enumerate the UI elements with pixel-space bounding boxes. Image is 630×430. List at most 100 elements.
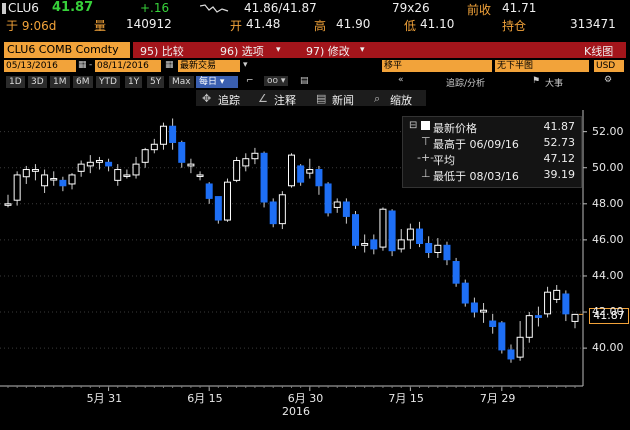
candle-body	[333, 201, 341, 208]
candle-body	[178, 141, 186, 163]
candle-body	[434, 244, 442, 254]
security-box[interactable]: CLU6 COMB Comdty	[4, 42, 130, 58]
candle-body	[534, 315, 542, 318]
price-change: +.16	[140, 1, 170, 15]
legend-low-label: 最低于 08/03/16	[433, 170, 519, 183]
legend-avg-label: 平均	[433, 154, 455, 167]
candle-body	[452, 261, 460, 284]
candle-body	[251, 152, 259, 160]
volume: 140912	[126, 17, 172, 31]
compare-button[interactable]: 95) 比较	[140, 43, 184, 59]
open-label: 开	[230, 19, 243, 33]
lower-panel-field[interactable]: 无下半图	[495, 60, 589, 72]
candle-body	[361, 242, 369, 246]
candle-body	[525, 315, 533, 338]
range-button-ytd[interactable]: YTD	[96, 76, 120, 88]
candle-body	[342, 201, 350, 217]
candle-body	[4, 203, 12, 206]
start-date-field[interactable]: 05/13/2016	[4, 60, 76, 72]
end-calendar-icon[interactable]: ▦	[165, 60, 174, 70]
security-label: CLU6 COMB Comdty	[7, 43, 119, 56]
candle-body	[507, 349, 515, 360]
candle-body	[59, 179, 67, 187]
candle-body	[425, 242, 433, 254]
big-event-button[interactable]: 大事	[545, 76, 563, 89]
range-button-3d[interactable]: 3D	[28, 76, 47, 88]
candle-body	[223, 181, 231, 221]
x-tick-label: 6月 30	[287, 392, 324, 405]
candle-body	[132, 163, 140, 176]
news-tool[interactable]: 新闻	[332, 92, 354, 108]
news-icon[interactable]: ▤	[316, 92, 326, 105]
y-tick-label: 52.00	[592, 124, 624, 138]
bid-ask: 41.86/41.87	[244, 1, 317, 15]
legend-avg-icon: -+-	[417, 151, 435, 164]
start-calendar-icon[interactable]: ▦	[78, 60, 87, 70]
candle-body	[123, 174, 131, 177]
ticker-marker	[2, 3, 6, 14]
zoom-icon[interactable]: ⌕	[374, 92, 380, 106]
collapse-left-icon[interactable]: «	[398, 75, 404, 85]
candle-body	[324, 183, 332, 214]
indicator-tool-icon[interactable]: oo ▾	[264, 76, 289, 86]
period-select[interactable]: 每日 ▾	[196, 76, 238, 88]
big-event-icon[interactable]: ⚑	[532, 76, 540, 86]
y-tick-label: 42.00	[592, 305, 624, 319]
candle-body	[278, 194, 286, 225]
range-button-5y[interactable]: 5Y	[147, 76, 165, 88]
sparkline-icon	[200, 4, 229, 13]
period-label: 每日	[199, 77, 218, 87]
options-button[interactable]: 96) 选项	[220, 43, 264, 59]
high-label: 高	[314, 19, 327, 33]
track-tool[interactable]: 追踪	[218, 92, 240, 108]
move-field[interactable]: 移平	[382, 60, 492, 72]
edit-button[interactable]: 97) 修改	[306, 43, 350, 59]
candle-body	[562, 293, 570, 315]
table-icon[interactable]: ▤	[300, 76, 309, 86]
candle-body	[288, 154, 295, 187]
candle-body	[95, 160, 103, 163]
track-icon[interactable]: ✥	[202, 92, 211, 105]
options-dropdown-icon[interactable]: ▾	[276, 45, 281, 55]
range-button-1y[interactable]: 1Y	[125, 76, 143, 88]
mode-dropdown-icon[interactable]: ▾	[243, 60, 248, 70]
y-tick-label: 48.00	[592, 196, 624, 210]
line-tool-icon[interactable]: ⌐	[246, 76, 254, 86]
candle-body	[470, 302, 478, 313]
time-label: 于 9:06d	[6, 19, 57, 33]
mode-label: 最新交易	[180, 61, 217, 71]
legend-last-value: 41.87	[543, 120, 576, 133]
annotate-tool[interactable]: 注释	[274, 92, 296, 108]
y-tick-label: 50.00	[592, 160, 624, 174]
candle-body	[114, 169, 122, 181]
legend-avg-value: 47.12	[543, 152, 576, 165]
candle-body	[297, 165, 305, 183]
candle-body	[269, 201, 277, 225]
zoom-tool[interactable]: 缩放	[390, 92, 412, 108]
low-value: 41.10	[420, 17, 455, 31]
edit-dropdown-icon[interactable]: ▾	[360, 45, 365, 55]
candle-body	[306, 169, 314, 174]
candle-body	[141, 149, 149, 163]
move-label: 移平	[384, 61, 403, 71]
prev-close: 41.71	[502, 1, 537, 15]
candle-body	[150, 143, 158, 151]
track-analysis-button[interactable]: 追踪/分析	[446, 76, 485, 89]
annotate-icon[interactable]: ∠	[258, 92, 268, 105]
mode-field[interactable]: 最新交易	[178, 60, 240, 72]
legend-low-value: 39.19	[543, 168, 576, 181]
legend-item-high: ⊤ 最高于 06/09/16 52.73	[403, 135, 581, 151]
chart-legend: ⊟ 最新价格 41.87 ⊤ 最高于 06/09/16 52.73 -+- 平均…	[402, 116, 582, 188]
period-dropdown-icon: ▾	[219, 77, 225, 87]
range-button-6m[interactable]: 6M	[73, 76, 93, 88]
settings-icon[interactable]: ⚙	[604, 75, 612, 85]
x-tick-label: 6月 15	[187, 392, 223, 405]
range-button-1d[interactable]: 1D	[6, 76, 25, 88]
range-button-max[interactable]: Max	[169, 76, 194, 88]
currency-field[interactable]: USD	[594, 60, 624, 72]
range-button-1m[interactable]: 1M	[50, 76, 70, 88]
candle-body	[352, 214, 360, 246]
end-date-field[interactable]: 08/11/2016	[95, 60, 161, 72]
candle-body	[105, 161, 113, 167]
legend-low-icon: ⊥	[421, 167, 431, 180]
